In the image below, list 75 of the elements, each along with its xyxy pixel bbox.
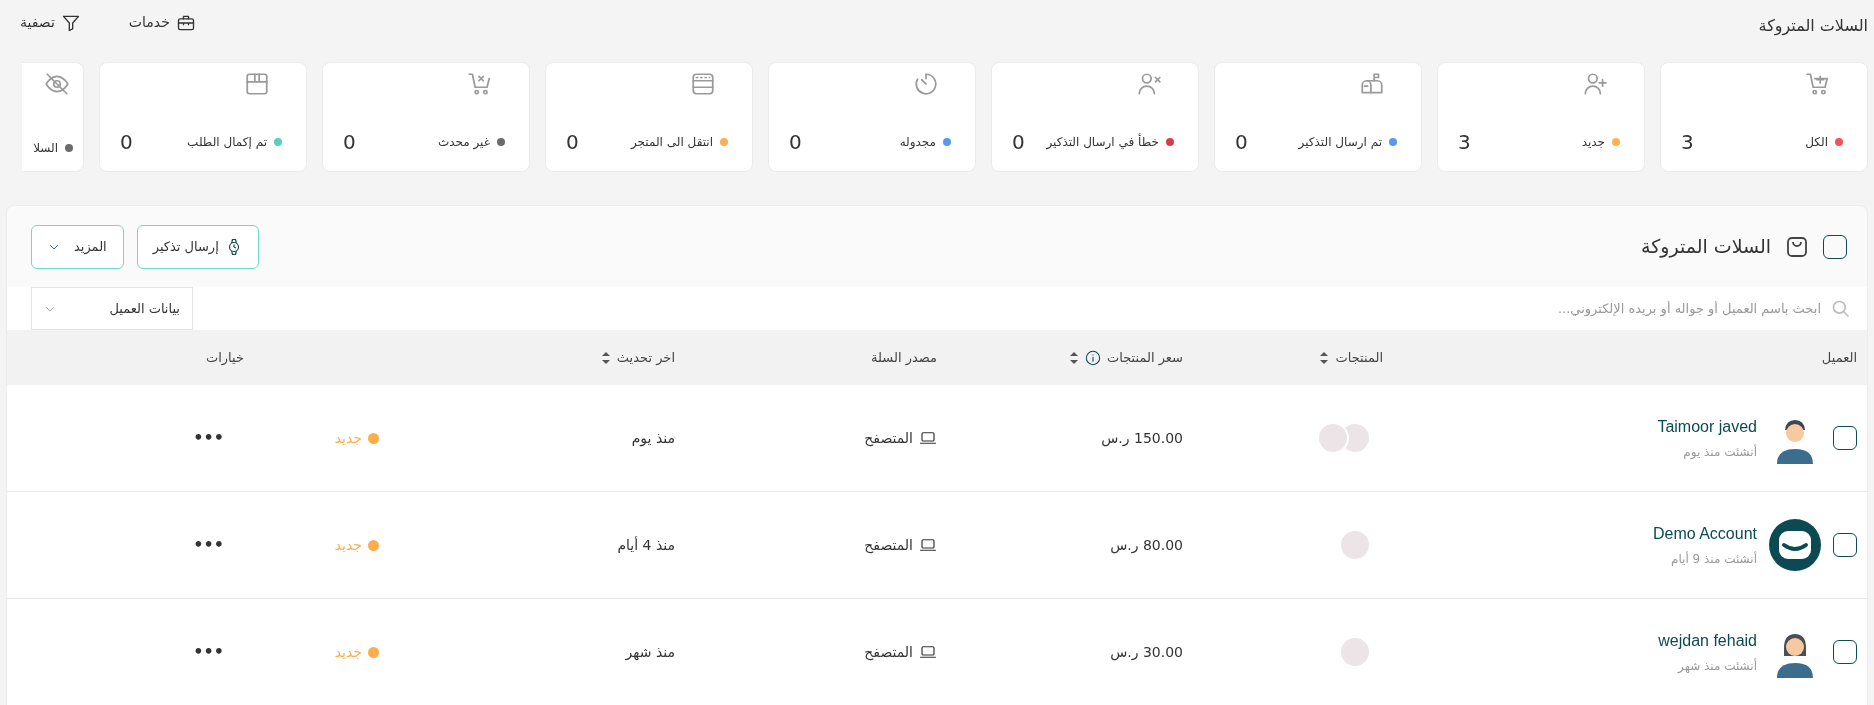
mailbox-icon: [1359, 71, 1385, 97]
eye-off-icon: [44, 71, 70, 97]
last-update: منذ شهر: [625, 643, 675, 660]
stat-count: 0: [789, 129, 802, 156]
laptop-icon: [919, 429, 937, 447]
last-update: منذ 4 أيام: [617, 536, 675, 553]
created-time: أنشئت منذ 9 أيام: [1670, 550, 1757, 568]
column-header[interactable]: اخر تحديث: [600, 347, 675, 368]
sort-icon: [1319, 350, 1330, 365]
cart-x-icon: [467, 71, 493, 97]
stat-count: 0: [1012, 129, 1025, 156]
price: 30.00 ر.س: [1110, 643, 1183, 660]
sort-icon: [1069, 350, 1079, 365]
laptop-icon: [919, 536, 937, 554]
cart-source: المتصفح: [864, 535, 913, 556]
cart-plus-icon: [1805, 71, 1831, 97]
stat-count: 0: [566, 129, 579, 156]
stat-label: انتقل الى المتجر: [631, 134, 713, 151]
customer-name[interactable]: Demo Account: [1652, 522, 1757, 546]
send-reminder-button[interactable]: إرسال تذكير: [136, 224, 259, 269]
services-button[interactable]: خدمات: [128, 12, 196, 33]
stat-count: 0: [1235, 129, 1248, 156]
page-title: السلات المتروكة: [1758, 15, 1868, 38]
more-options-button[interactable]: •••: [193, 533, 224, 557]
stat-label: خطأ في ارسال التذكير: [1046, 133, 1159, 151]
status-label: جديد: [334, 642, 362, 662]
box-icon: [244, 71, 270, 97]
row-checkbox[interactable]: [1833, 640, 1857, 664]
stat-label: غير محدث: [437, 134, 490, 151]
stat-count: 0: [343, 129, 356, 156]
cart-source: المتصفح: [864, 642, 913, 663]
store-icon: [690, 71, 716, 97]
info-icon: [1085, 349, 1101, 366]
search-icon: [1831, 298, 1851, 319]
customer-name[interactable]: Taimoor javed: [1657, 415, 1757, 439]
stat-count: 3: [1458, 129, 1471, 156]
column-header[interactable]: سعر المنتجات: [1069, 347, 1183, 368]
created-time: أنشئت منذ يوم: [1682, 443, 1757, 461]
laptop-icon: [919, 643, 937, 661]
row-checkbox[interactable]: [1833, 426, 1857, 450]
last-update: منذ يوم: [631, 429, 675, 446]
logo-avatar: [1769, 519, 1821, 571]
column-header[interactable]: العميل: [1821, 347, 1857, 368]
stat-count: 0: [120, 129, 133, 156]
created-time: أنشئت منذ شهر: [1676, 657, 1757, 675]
customer-name[interactable]: wejdan fehaid: [1658, 629, 1757, 653]
stat-count: 3: [1681, 129, 1694, 156]
stat-label: تم ارسال التذكير: [1298, 134, 1382, 151]
column-header[interactable]: مصدر السلة: [871, 347, 937, 368]
column-header[interactable]: المنتجات: [1319, 347, 1383, 368]
stat-label: جديد: [1581, 134, 1605, 151]
stat-label: السلا: [33, 140, 58, 157]
stat-card[interactable]: السلا: [22, 62, 84, 172]
status-label: جديد: [334, 535, 362, 555]
status-label: جديد: [334, 428, 362, 448]
price: 80.00 ر.س: [1110, 536, 1183, 553]
filter-button[interactable]: تصفية: [20, 12, 81, 33]
stat-label: تم إكمال الطلب: [187, 134, 267, 151]
row-checkbox[interactable]: [1833, 533, 1857, 557]
user-x-icon: [1136, 71, 1162, 97]
stat-label: الكل: [1805, 134, 1828, 151]
shopping-bag-icon: [1785, 234, 1809, 259]
user-plus-icon: [1582, 71, 1608, 97]
more-options-button[interactable]: •••: [193, 426, 224, 450]
timer-icon: [913, 71, 939, 97]
price: 150.00 ر.س: [1101, 429, 1183, 446]
customer-data-dropdown[interactable]: بيانات العميل: [31, 287, 193, 330]
cart-source: المتصفح: [864, 428, 913, 449]
panel-title: السلات المتروكة: [1641, 234, 1771, 260]
more-options-button[interactable]: •••: [193, 640, 224, 664]
more-button[interactable]: المزيد: [31, 224, 124, 269]
sort-icon: [600, 350, 611, 365]
stat-label: مجدوله: [899, 134, 936, 151]
column-header[interactable]: خيارات: [205, 347, 244, 368]
select-all-checkbox[interactable]: [1823, 234, 1847, 259]
